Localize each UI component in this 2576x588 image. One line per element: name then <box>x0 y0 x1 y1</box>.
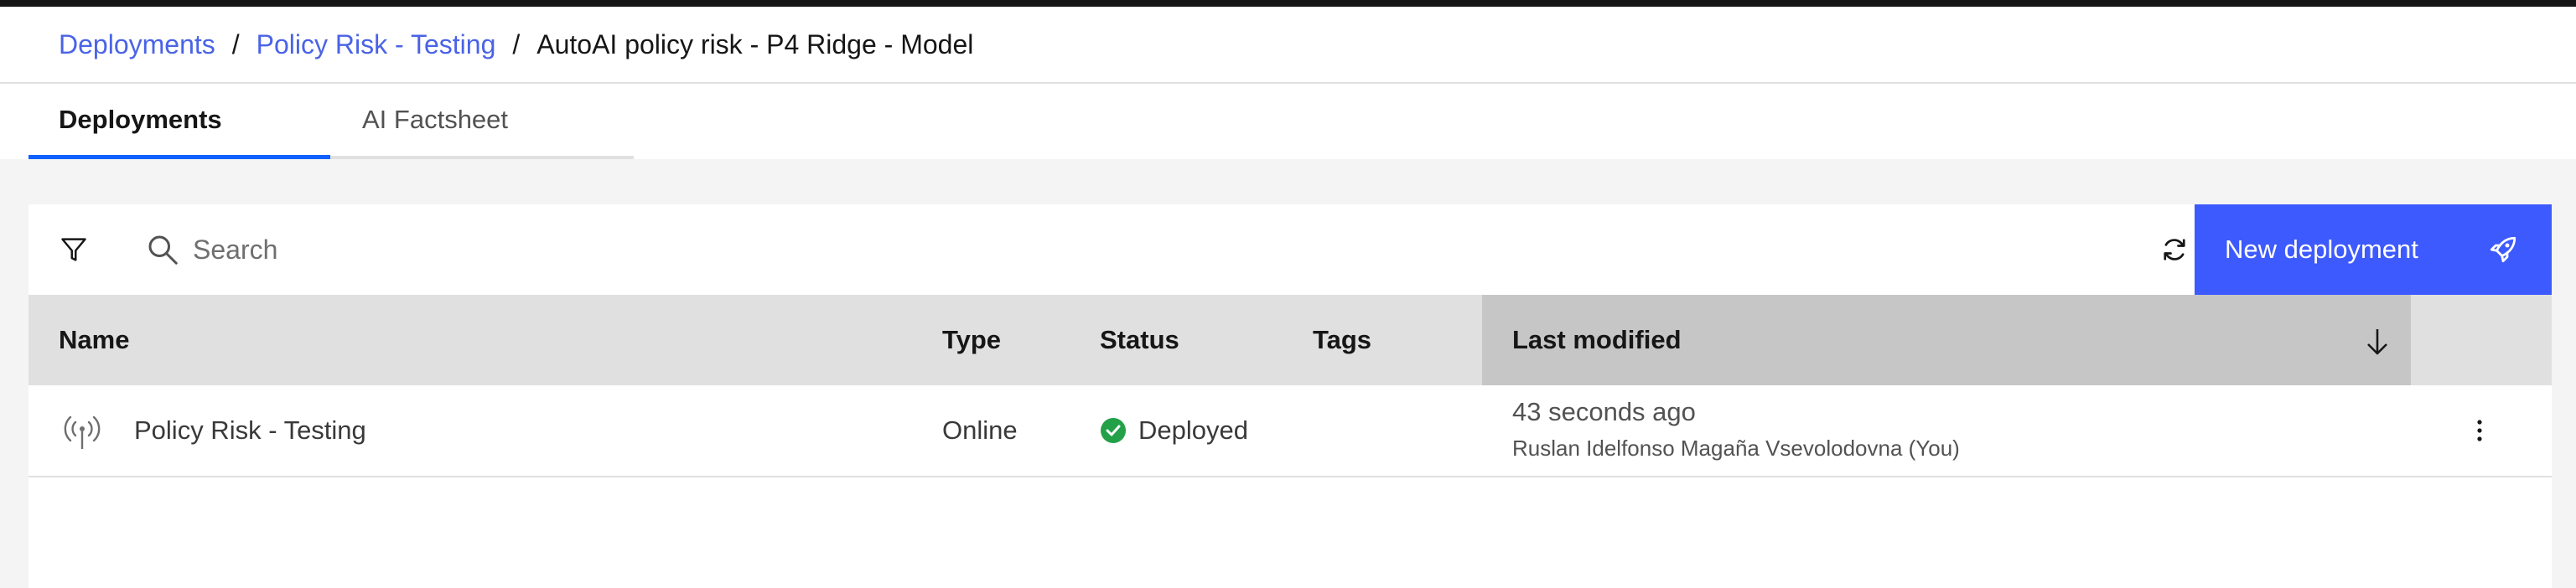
table-row[interactable]: Policy Risk - Testing Online Deployed 43… <box>29 385 2552 477</box>
breadcrumb: Deployments / Policy Risk - Testing / Au… <box>0 7 2576 84</box>
tab-bar: Deployments AI Factsheet <box>0 84 2576 159</box>
overflow-menu-icon <box>2477 420 2482 441</box>
cell-last-modified-time: 43 seconds ago <box>1512 397 1696 426</box>
breadcrumb-current: AutoAI policy risk - P4 Ridge - Model <box>536 28 974 59</box>
column-header-name[interactable]: Name <box>59 295 129 385</box>
tab-deployments[interactable]: Deployments <box>29 84 330 159</box>
arrow-down-icon <box>2367 329 2387 355</box>
table-header: Name Type Status Tags Last modified <box>29 295 2552 385</box>
status-label: Deployed <box>1138 415 1248 445</box>
rocket-icon <box>2490 236 2516 263</box>
breadcrumb-link-deployments[interactable]: Deployments <box>59 29 215 60</box>
search-icon <box>148 235 178 265</box>
breadcrumb-separator: / <box>512 28 521 59</box>
filter-button[interactable] <box>29 204 119 295</box>
breadcrumb-separator: / <box>231 28 240 59</box>
cell-type: Online <box>942 415 1018 445</box>
column-header-last-modified-label: Last modified <box>1512 325 1682 354</box>
deployment-signal-icon <box>64 415 101 449</box>
cell-name[interactable]: Policy Risk - Testing <box>134 385 366 476</box>
table-toolbar: New deployment <box>29 204 2552 295</box>
cell-last-modified-user: Ruslan Idelfonso Magaña Vsevolodovna (Yo… <box>1512 436 1960 461</box>
refresh-icon <box>2164 239 2185 260</box>
filter-icon <box>61 238 86 261</box>
search-input[interactable] <box>193 221 2121 278</box>
column-header-type[interactable]: Type <box>942 295 1001 385</box>
checkmark-filled-icon <box>1101 418 1126 443</box>
tab-ai-factsheet[interactable]: AI Factsheet <box>330 84 634 159</box>
new-deployment-button[interactable]: New deployment <box>2195 204 2552 295</box>
overflow-menu-button[interactable] <box>2459 410 2500 451</box>
column-header-last-modified[interactable]: Last modified <box>1482 295 2411 385</box>
table-empty-area <box>29 477 2552 588</box>
breadcrumb-link-space[interactable]: Policy Risk - Testing <box>257 29 496 60</box>
main-content: New deployment Name Type Status Tags Las… <box>0 159 2576 588</box>
column-header-status[interactable]: Status <box>1100 295 1179 385</box>
column-header-tags[interactable]: Tags <box>1313 295 1371 385</box>
cell-status: Deployed <box>1100 385 1248 476</box>
top-bar <box>0 0 2576 7</box>
new-deployment-label: New deployment <box>2225 235 2418 264</box>
